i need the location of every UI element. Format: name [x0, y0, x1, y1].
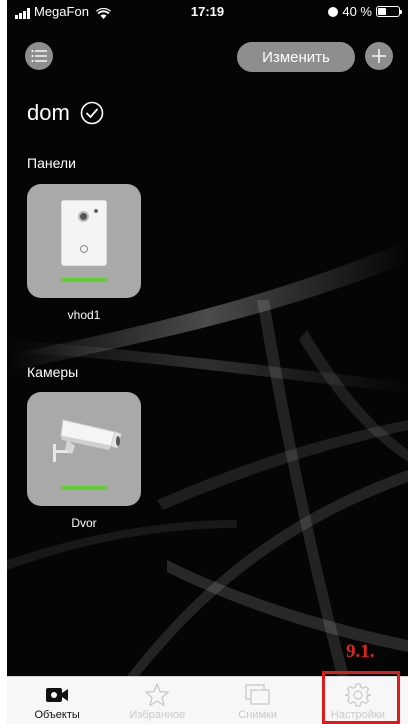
star-icon: [145, 683, 170, 707]
alarm-icon: [328, 6, 339, 17]
add-button[interactable]: [365, 42, 393, 70]
camera-label: Dvor: [71, 516, 97, 530]
gear-icon: [344, 683, 371, 707]
tab-label: Объекты: [34, 709, 80, 721]
plus-icon: [372, 49, 386, 63]
cctv-camera-icon: [53, 419, 122, 462]
home-name: dom: [27, 100, 70, 125]
tab-label: Избранное: [129, 709, 186, 721]
battery-percent: 40 %: [342, 4, 372, 19]
camera-tile-dvor[interactable]: [27, 392, 141, 506]
panel-label: vhod1: [67, 308, 101, 322]
tab-label: Снимки: [238, 709, 277, 721]
tab-bar: Объекты Избранное Снимки Настройки: [7, 676, 408, 724]
menu-button[interactable]: [25, 42, 53, 70]
gallery-icon: [244, 684, 270, 705]
battery-fill: [378, 8, 386, 15]
intercom-panel-icon: [61, 200, 107, 266]
status-bar: MegaFon 17:19 40 %: [7, 0, 408, 22]
tab-settings[interactable]: Настройки: [308, 677, 408, 724]
home-selector[interactable]: dom: [27, 100, 104, 126]
panel-call-button: [80, 245, 88, 253]
app-screen: MegaFon 17:19 40 % Изменить dom Панели v…: [7, 0, 408, 724]
tab-label: Настройки: [330, 709, 385, 721]
panels-section-title: Панели: [27, 155, 76, 171]
camera-icon: [46, 688, 69, 702]
tab-snapshots[interactable]: Снимки: [208, 677, 308, 724]
cameras-section-title: Камеры: [27, 364, 79, 380]
annotation-label: 9.1.: [346, 641, 375, 662]
tab-favorites[interactable]: Избранное: [107, 677, 207, 724]
status-right: 40 %: [328, 4, 402, 19]
panel-camera-lens: [78, 211, 89, 222]
status-indicator-bar: [61, 486, 107, 490]
edit-button[interactable]: Изменить: [237, 42, 355, 72]
tab-objects[interactable]: Объекты: [7, 677, 107, 724]
check-circle-icon: [80, 101, 104, 125]
panel-sensor-dot: [94, 209, 98, 213]
panel-tile-vhod1[interactable]: [27, 184, 141, 298]
status-indicator-bar: [61, 278, 107, 282]
list-icon: [31, 50, 47, 62]
battery-icon: [376, 6, 402, 17]
